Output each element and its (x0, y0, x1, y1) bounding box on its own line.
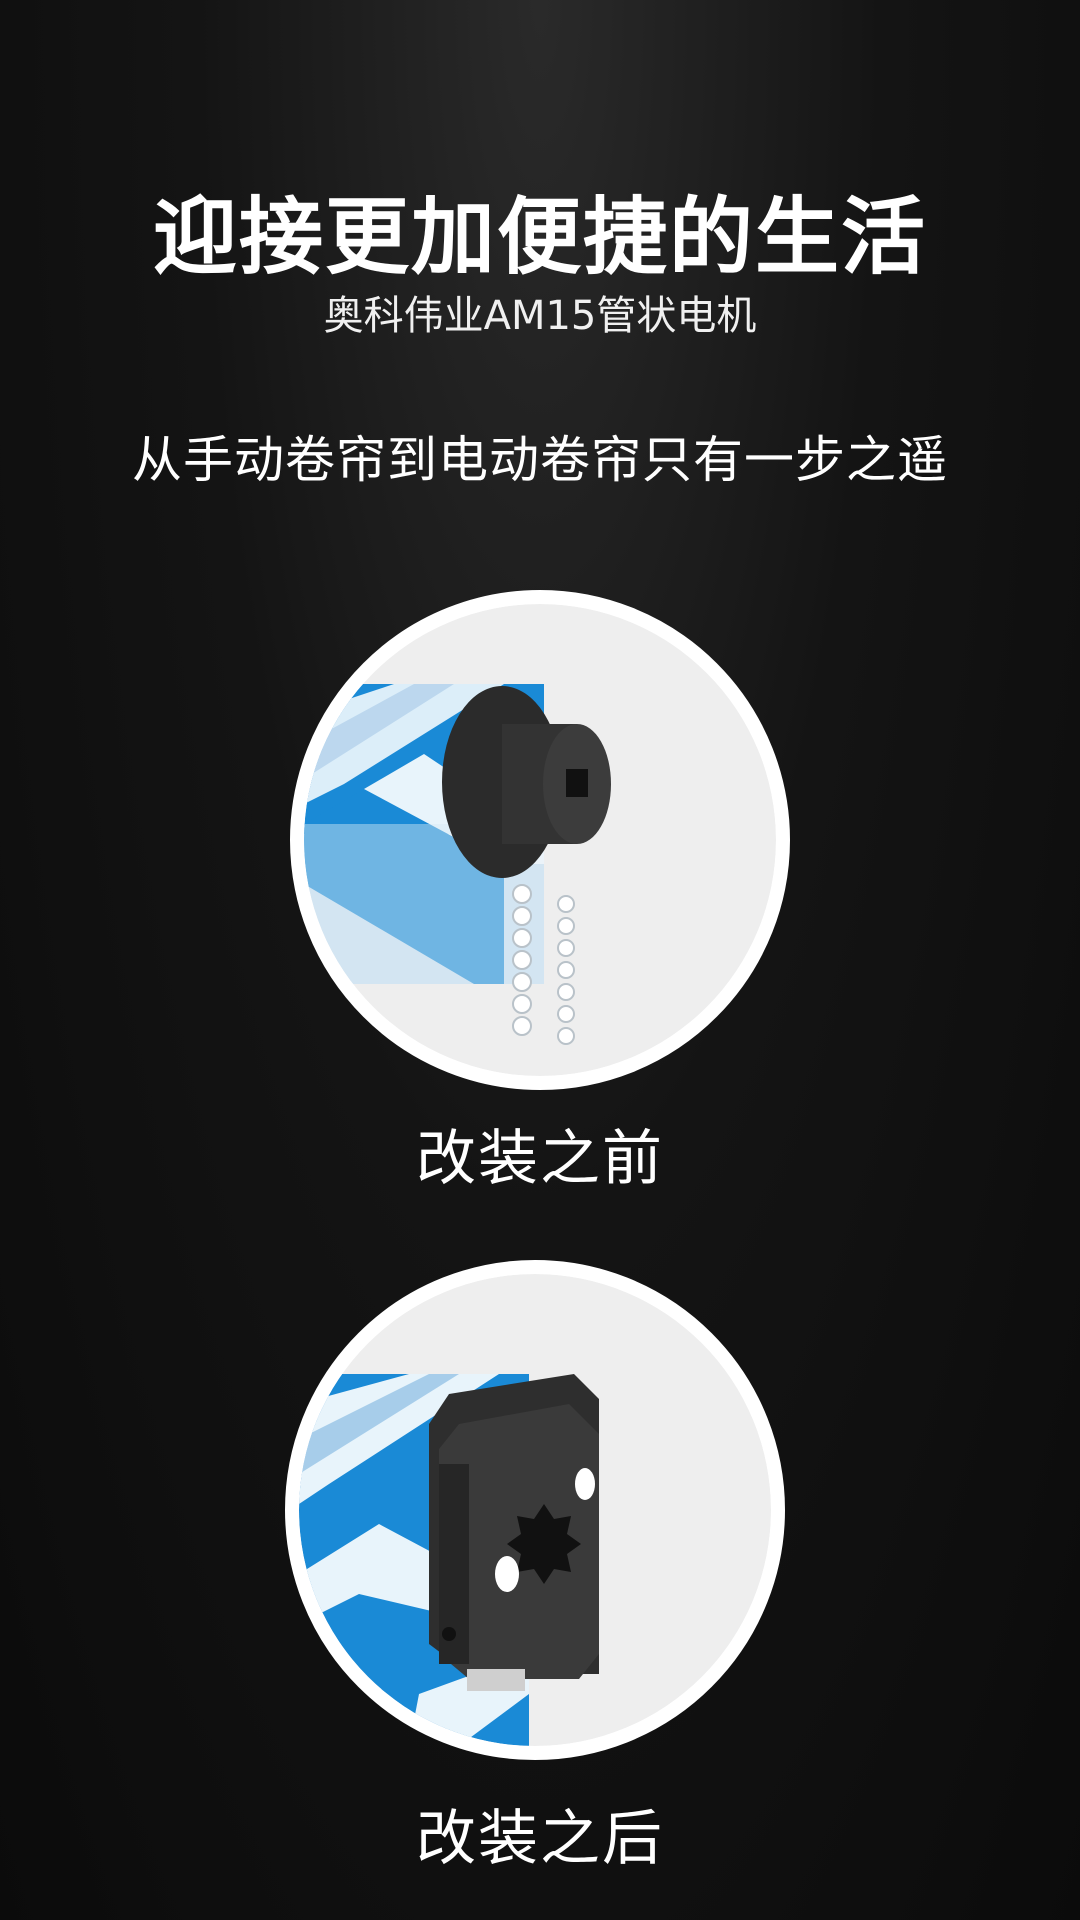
product-subtitle: 奥科伟业AM15管状电机 (323, 293, 757, 339)
after-caption: 改装之后 (416, 1804, 664, 1874)
after-image (285, 1260, 785, 1760)
before-image (290, 590, 790, 1090)
product-page: 迎接更加便捷的生活 奥科伟业AM15管状电机 从手动卷帘到电动卷帘只有一步之遥 (0, 0, 1080, 1920)
tagline: 从手动卷帘到电动卷帘只有一步之遥 (132, 431, 948, 489)
before-caption: 改装之前 (416, 1124, 664, 1194)
page-headline: 迎接更加便捷的生活 (152, 188, 927, 286)
